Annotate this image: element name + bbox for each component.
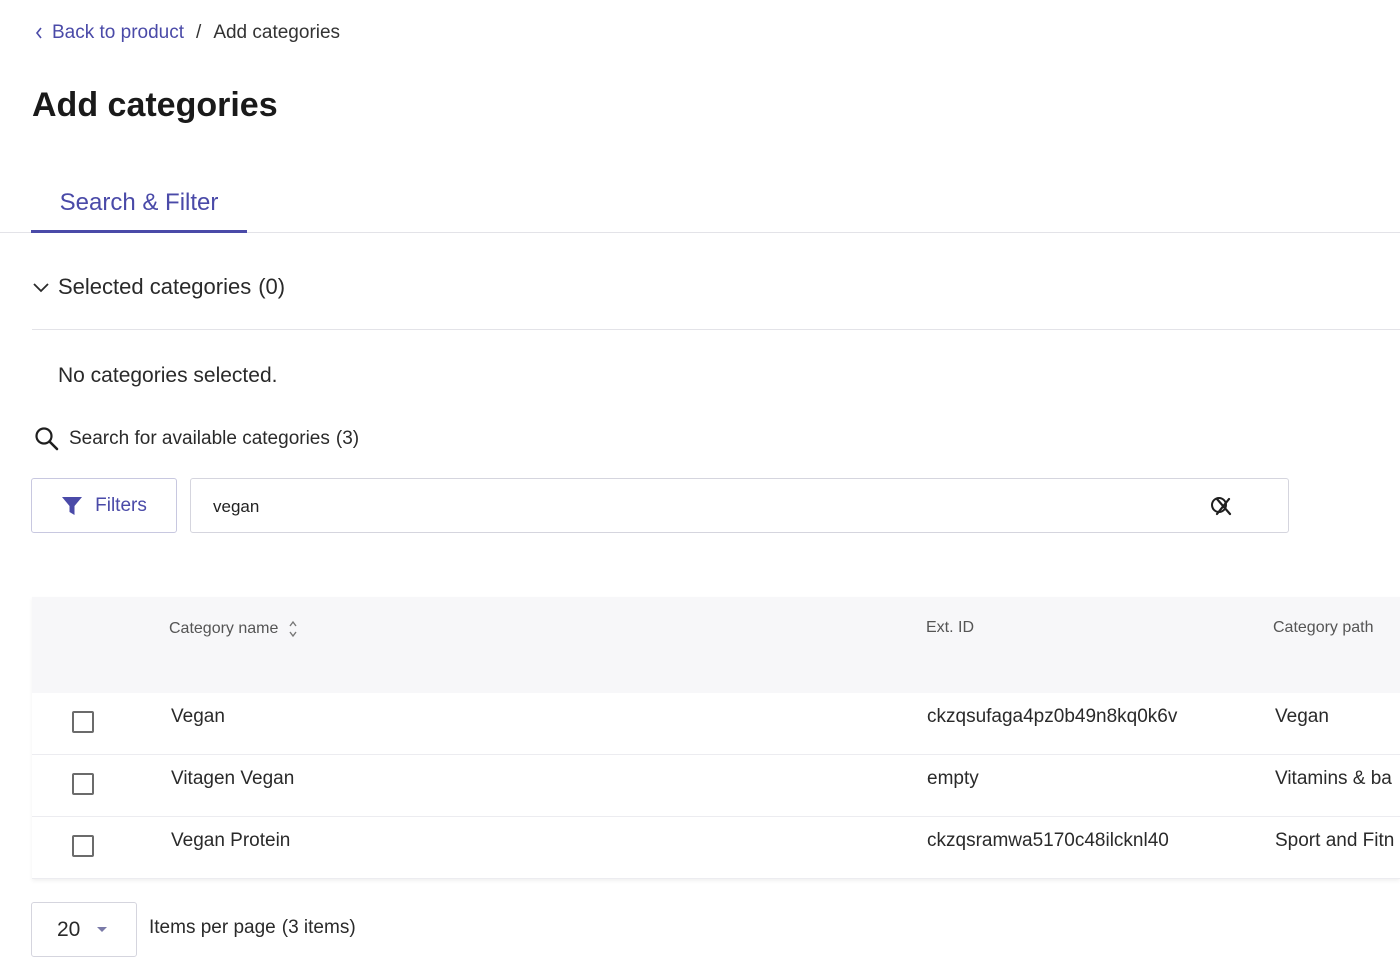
row-checkbox[interactable] (72, 711, 94, 733)
row-path: Sport and Fitn (1275, 830, 1395, 851)
chevron-down-icon (33, 283, 49, 293)
row-path: Vitamins & ba (1275, 768, 1392, 789)
filters-button[interactable]: Filters (31, 478, 177, 533)
filters-button-label: Filters (95, 494, 147, 516)
clear-search-button[interactable] (1208, 493, 1236, 521)
column-header-path: Category path (1273, 619, 1374, 636)
breadcrumb-separator: / (196, 22, 202, 43)
row-ext-id: empty (927, 768, 979, 789)
per-page-label-text: Items per page (149, 917, 276, 938)
search-heading-label: Search for available categories (69, 428, 330, 449)
selected-categories-toggle[interactable]: Selected categories (0) (32, 272, 1400, 330)
table-row: Vegan Protein ckzqsramwa5170c48ilcknl40 … (32, 817, 1400, 879)
caret-down-icon (97, 926, 108, 932)
page-title: Add categories (32, 86, 278, 124)
row-ext-id: ckzqsramwa5170c48ilcknl40 (927, 830, 1169, 851)
column-header-ext-id: Ext. ID (926, 619, 975, 636)
row-ext-id: ckzqsufaga4pz0b49n8kq0k6v (927, 706, 1178, 727)
sort-icon[interactable] (288, 619, 298, 639)
table-row: Vegan ckzqsufaga4pz0b49n8kq0k6v Vegan (32, 693, 1400, 755)
row-name: Vegan (171, 706, 225, 727)
row-name: Vitagen Vegan (171, 768, 295, 789)
breadcrumb: Back to product / Add categories (34, 22, 340, 44)
items-count: (3 items) (281, 917, 356, 938)
per-page-select[interactable]: 20 (31, 902, 137, 957)
column-header-name-label: Category name (169, 620, 279, 637)
selected-categories-label: Selected categories (58, 274, 252, 299)
row-checkbox[interactable] (72, 773, 94, 795)
search-heading: Search for available categories (3) (34, 426, 359, 452)
chevron-left-icon (35, 27, 42, 39)
selected-categories-count: (0) (258, 274, 286, 299)
row-checkbox[interactable] (72, 835, 94, 857)
tab-bar: Search & Filter (0, 176, 1400, 233)
search-box (190, 478, 1289, 533)
empty-selection-message: No categories selected. (58, 364, 278, 387)
row-name: Vegan Protein (171, 830, 291, 851)
breadcrumb-current: Add categories (213, 22, 341, 43)
filter-icon (62, 496, 83, 515)
search-heading-count: (3) (335, 428, 360, 449)
back-link-label: Back to product (52, 22, 185, 43)
row-path: Vegan (1275, 706, 1329, 727)
page: Back to product / Add categories Add cat… (0, 0, 1400, 970)
categories-table: Category name Ext. ID Category path Vega… (32, 597, 1400, 879)
back-link[interactable]: Back to product (34, 22, 184, 44)
tab-search-filter[interactable]: Search & Filter (31, 176, 247, 233)
per-page-value: 20 (57, 917, 81, 941)
search-icon (35, 427, 59, 451)
table-header: Category name Ext. ID Category path (32, 597, 1400, 694)
per-page-label: Items per page (3 items) (149, 917, 356, 939)
search-input[interactable] (211, 493, 1195, 521)
table-row: Vitagen Vegan empty Vitamins & ba (32, 755, 1400, 817)
clear-icon (1211, 497, 1232, 516)
column-header-name[interactable]: Category name (169, 619, 298, 639)
